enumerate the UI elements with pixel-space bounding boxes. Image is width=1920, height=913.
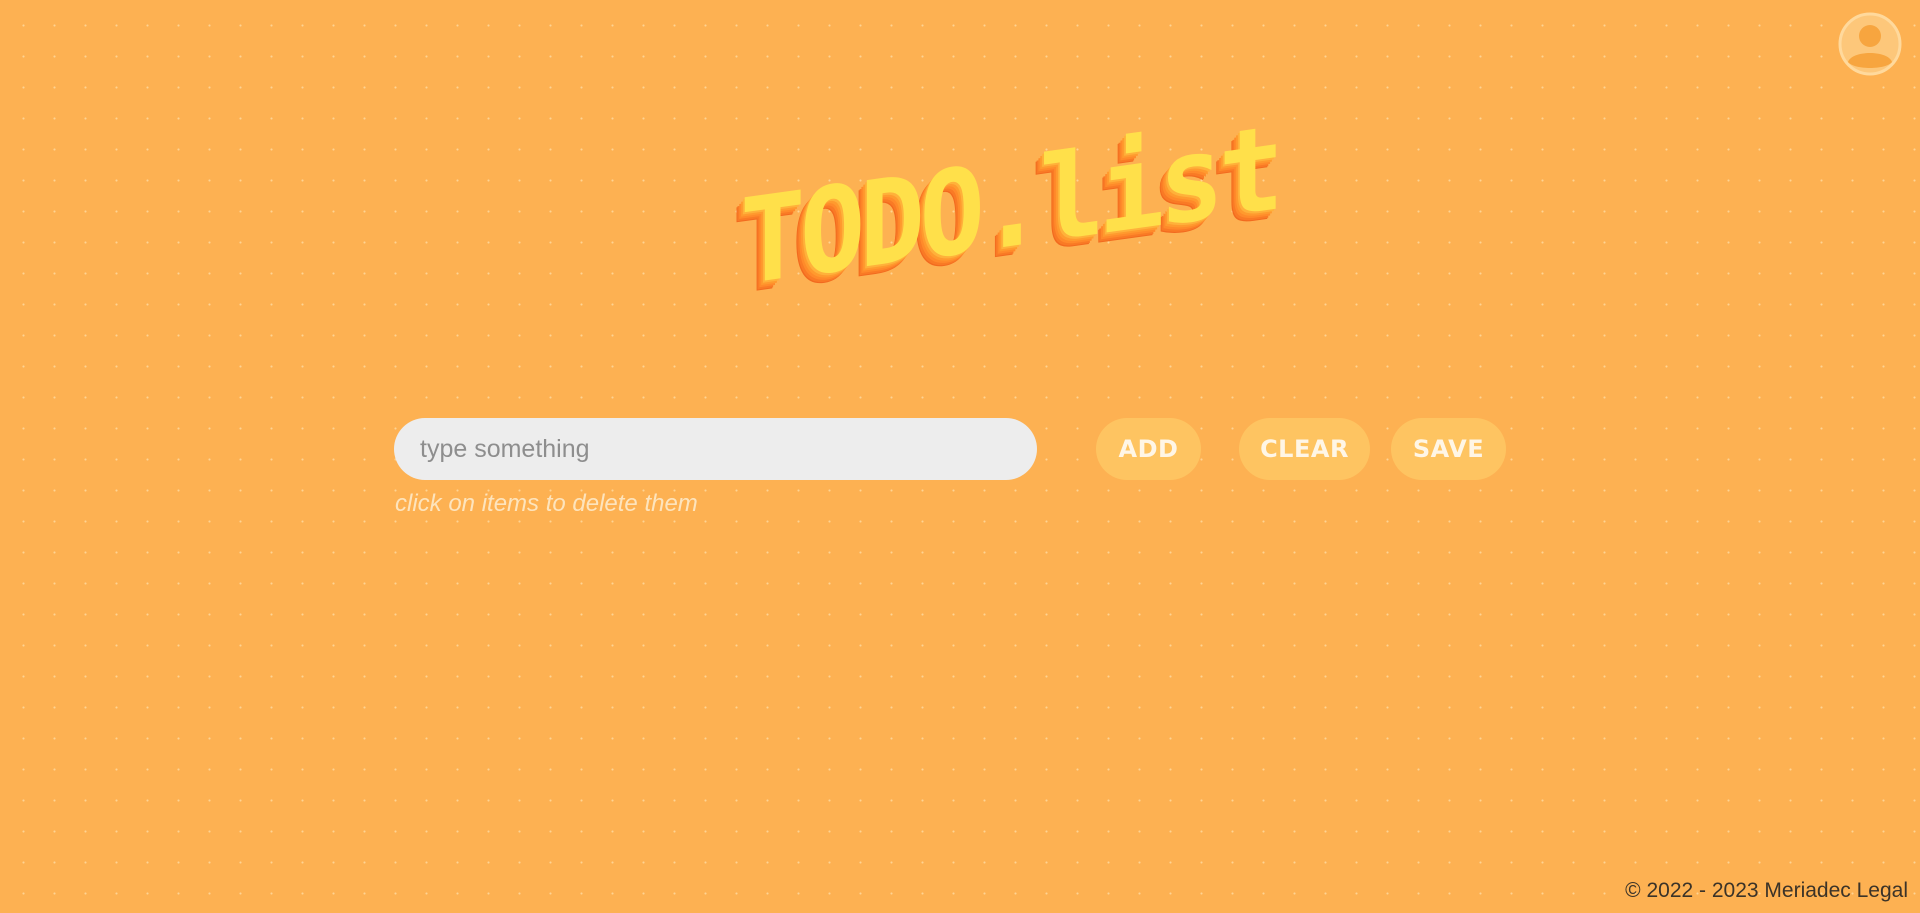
clear-button[interactable]: CLEAR	[1239, 418, 1370, 480]
app-logo: TODO.list	[740, 98, 1279, 312]
user-avatar-icon	[1838, 12, 1902, 76]
todo-input[interactable]	[394, 418, 1037, 480]
user-avatar[interactable]	[1838, 12, 1902, 76]
logo-title: TODO.list	[740, 98, 1279, 312]
copyright-footer: © 2022 - 2023 Meriadec Legal	[1625, 879, 1908, 902]
add-button[interactable]: ADD	[1096, 418, 1201, 480]
todo-input-wrapper	[394, 418, 1037, 480]
delete-hint: click on items to delete them	[395, 490, 698, 517]
save-button[interactable]: SAVE	[1391, 418, 1506, 480]
